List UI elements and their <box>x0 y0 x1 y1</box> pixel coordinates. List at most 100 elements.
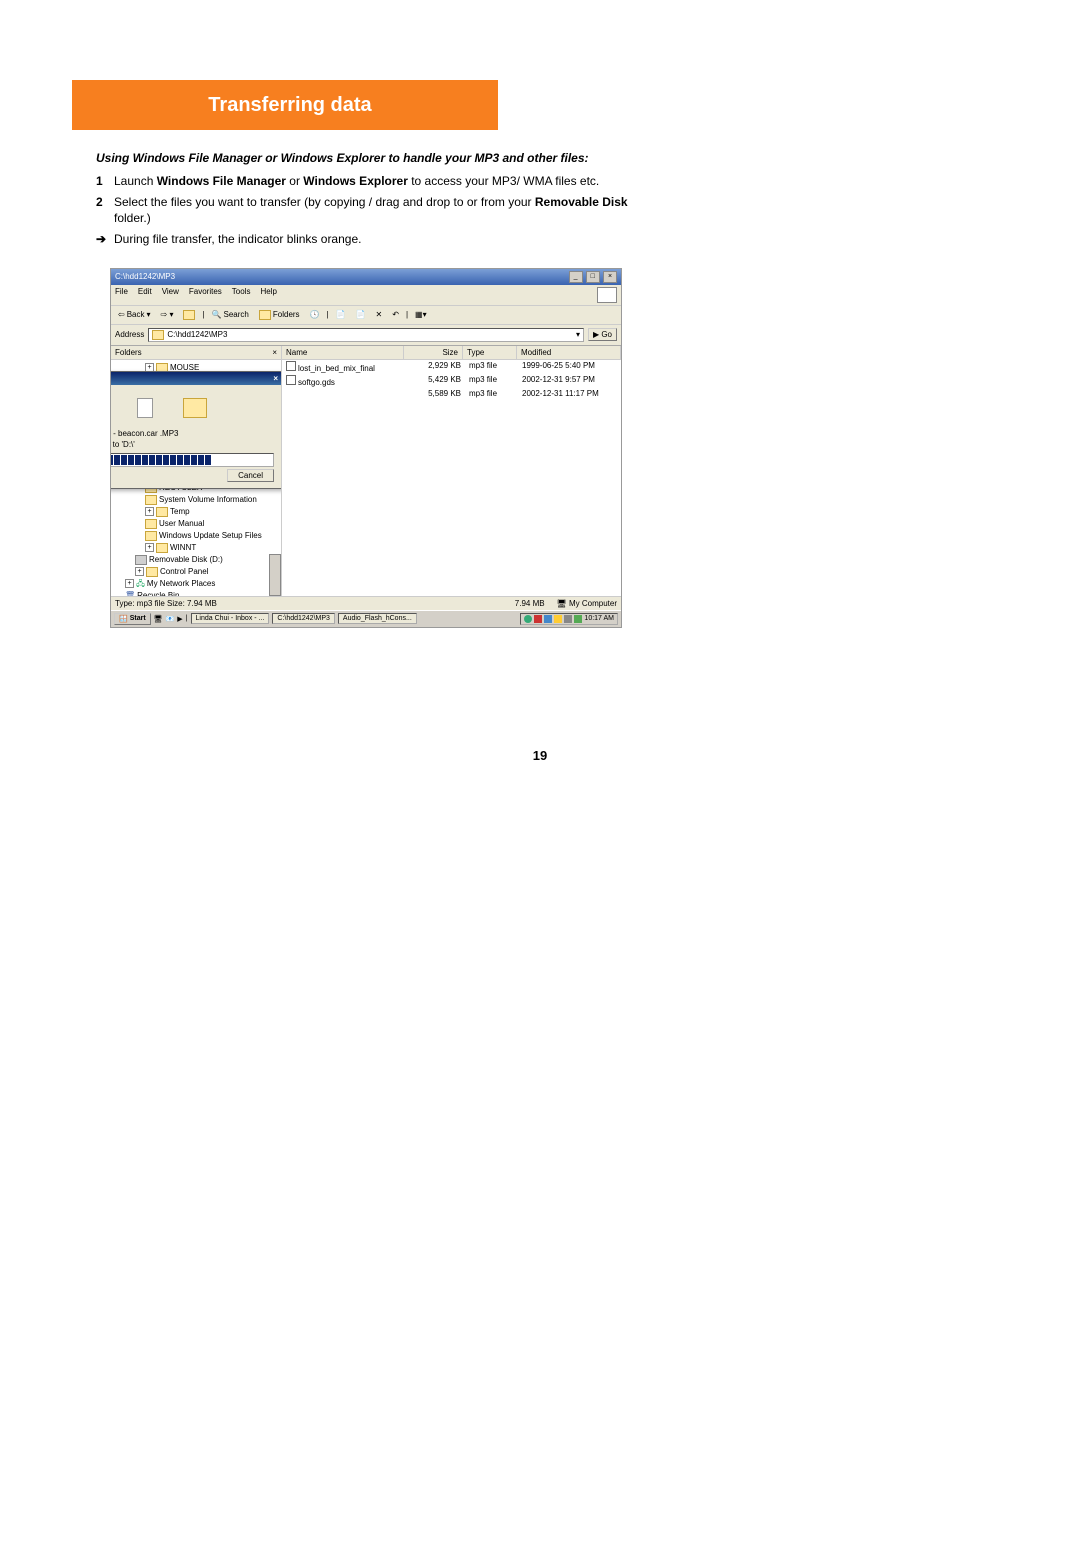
tree-item[interactable]: System Volume Information <box>145 494 277 506</box>
tree-item-removable[interactable]: Removable Disk (D:) <box>135 554 277 566</box>
col-name[interactable]: Name <box>282 346 404 359</box>
address-folder-icon <box>152 330 164 340</box>
step-1: 1 Launch Windows File Manager or Windows… <box>96 173 656 190</box>
col-type[interactable]: Type <box>463 346 517 359</box>
file-row[interactable]: softgo.gds 5,429 KB mp3 file 2002-12-31 … <box>282 374 621 388</box>
window-titlebar[interactable]: C:\hdd1242\MP3 _ □ × <box>111 269 621 285</box>
step-1-number: 1 <box>96 173 114 190</box>
toolbar: ⇦ Back ▾ ⇨ ▾ | 🔍 Search Folders 🕓 | 📄 📄 … <box>111 306 621 325</box>
mp3-file-icon <box>286 361 296 371</box>
paper-icon <box>137 398 153 418</box>
status-size: 7.94 MB <box>515 599 545 608</box>
tree-item[interactable]: 🗑Recycle Bin <box>125 590 277 596</box>
tree-item[interactable]: +WINNT <box>145 542 277 554</box>
menu-favorites[interactable]: Favorites <box>189 287 222 303</box>
forward-button[interactable]: ⇨ ▾ <box>158 309 177 320</box>
quicklaunch-icon[interactable]: 🖥 <box>154 615 163 623</box>
windows-flag-icon: 🪟 <box>119 615 128 623</box>
col-size[interactable]: Size <box>404 346 463 359</box>
close-button[interactable]: × <box>603 271 617 283</box>
views-button[interactable]: ▦▾ <box>412 309 430 320</box>
minimize-button[interactable]: _ <box>569 271 583 283</box>
tree-item[interactable]: Windows Update Setup Files <box>145 530 277 542</box>
file-row[interactable]: 5,589 KB mp3 file 2002-12-31 11:17 PM <box>282 388 621 399</box>
status-left: Type: mp3 file Size: 7.94 MB <box>115 599 217 608</box>
menu-file[interactable]: File <box>115 287 128 303</box>
tree-close-icon[interactable]: × <box>272 348 277 357</box>
step-1-text: Launch Windows File Manager or Windows E… <box>114 173 656 190</box>
window-buttons: _ □ × <box>568 271 617 283</box>
back-button[interactable]: ⇦ Back ▾ <box>115 309 154 320</box>
search-button[interactable]: 🔍 Search <box>209 309 252 320</box>
move-to-button[interactable]: 📄 <box>333 309 349 320</box>
copy-from-to-line: From 'MP3' to 'D:\' <box>111 440 274 449</box>
tray-clock: 10:17 AM <box>584 615 614 622</box>
header-accent <box>72 80 82 130</box>
tray-icon[interactable] <box>534 615 542 623</box>
folder-tree-panel: Folders × +MOUSE +MSOFFICE Copying... × <box>111 346 282 596</box>
status-location: 🖥 My Computer <box>557 599 617 608</box>
tree-scrollbar[interactable] <box>269 554 281 596</box>
address-label: Address <box>115 330 144 339</box>
menu-tools[interactable]: Tools <box>232 287 251 303</box>
folders-button[interactable]: Folders <box>256 309 303 321</box>
delete-button[interactable]: ✕ <box>373 309 386 320</box>
history-button[interactable]: 🕓 <box>307 309 323 320</box>
address-input[interactable]: C:\hdd1242\MP3 ▾ <box>148 328 584 342</box>
folders-icon <box>259 310 271 320</box>
file-row[interactable]: lost_in_bed_mix_final 2,929 KB mp3 file … <box>282 360 621 374</box>
taskbar: 🪟 Start 🖥 📧 ▶ | Linda Chui - Inbox - ...… <box>111 610 621 627</box>
arrow-icon: ➔ <box>96 231 114 248</box>
tray-icon[interactable] <box>564 615 572 623</box>
step-2-number: 2 <box>96 194 114 228</box>
copy-to-button[interactable]: 📄 <box>353 309 369 320</box>
list-header: Name Size Type Modified <box>282 346 621 360</box>
note-text: During file transfer, the indicator blin… <box>114 231 361 248</box>
col-modified[interactable]: Modified <box>517 346 621 359</box>
undo-button[interactable]: ↶ <box>389 309 402 320</box>
cancel-button[interactable]: Cancel <box>227 469 274 482</box>
tree-item[interactable]: User Manual <box>145 518 277 530</box>
note-row: ➔ During file transfer, the indicator bl… <box>96 231 656 248</box>
page-number: 19 <box>0 748 1080 763</box>
menu-edit[interactable]: Edit <box>138 287 152 303</box>
system-tray: 10:17 AM <box>520 613 618 625</box>
section-title: Transferring data <box>100 94 480 117</box>
tree-header: Folders × <box>111 346 281 360</box>
tree-item[interactable]: +Control Panel <box>135 566 277 578</box>
statusbar: Type: mp3 file Size: 7.94 MB 7.94 MB 🖥 M… <box>111 596 621 610</box>
explorer-window: C:\hdd1242\MP3 _ □ × File Edit View Favo… <box>110 268 622 628</box>
address-value: C:\hdd1242\MP3 <box>167 330 227 339</box>
tray-icon[interactable] <box>554 615 562 623</box>
folder-icon <box>183 398 207 418</box>
taskbar-item[interactable]: Linda Chui - Inbox - ... <box>191 613 270 624</box>
taskbar-item[interactable]: Audio_Flash_hCons... <box>338 613 417 624</box>
copying-titlebar[interactable]: Copying... × <box>111 372 282 385</box>
tree-item[interactable]: +Temp <box>145 506 277 518</box>
start-button[interactable]: 🪟 Start <box>114 613 151 625</box>
copying-close-icon[interactable]: × <box>273 374 278 383</box>
menubar: File Edit View Favorites Tools Help <box>111 285 621 306</box>
up-button[interactable] <box>180 309 198 321</box>
copying-dialog: Copying... × RECQ1006 - beacon.car .MP3 … <box>111 371 282 489</box>
mp3-file-icon <box>286 375 296 385</box>
tray-icon[interactable] <box>524 615 532 623</box>
section-title-block: Transferring data <box>82 80 498 130</box>
tray-icon[interactable] <box>544 615 552 623</box>
up-folder-icon <box>183 310 195 320</box>
step-2: 2 Select the files you want to transfer … <box>96 194 656 228</box>
maximize-button[interactable]: □ <box>586 271 600 283</box>
go-button[interactable]: ▶ Go <box>588 328 617 341</box>
tree-item[interactable]: +🖧My Network Places <box>125 578 277 590</box>
progress-bar <box>111 453 274 467</box>
menu-view[interactable]: View <box>162 287 179 303</box>
menu-help[interactable]: Help <box>260 287 276 303</box>
quicklaunch-icon[interactable]: 📧 <box>166 615 175 623</box>
intro-text: Using Windows File Manager or Windows Ex… <box>96 150 656 167</box>
window-title: C:\hdd1242\MP3 <box>115 272 175 281</box>
taskbar-item[interactable]: C:\hdd1242\MP3 <box>272 613 335 624</box>
tray-icon[interactable] <box>574 615 582 623</box>
copy-animation <box>111 393 274 423</box>
quicklaunch-icon[interactable]: ▶ <box>177 615 182 623</box>
file-list-panel: Name Size Type Modified lost_in_bed_mix_… <box>282 346 621 596</box>
